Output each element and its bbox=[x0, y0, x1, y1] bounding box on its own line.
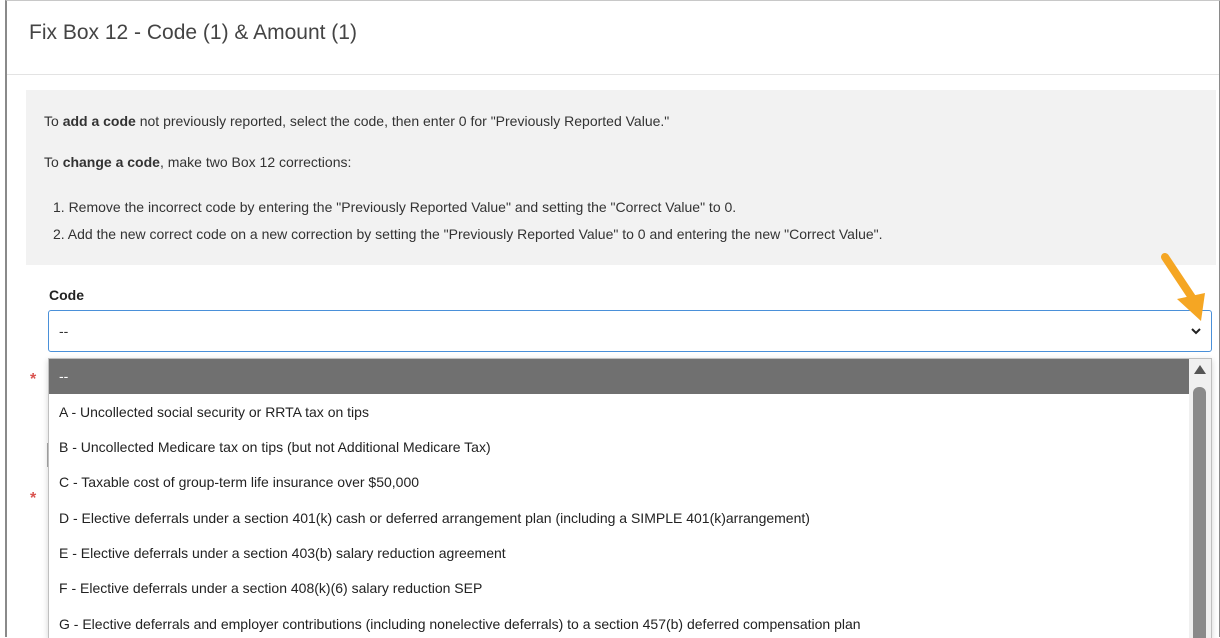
fix-box12-dialog: Fix Box 12 - Code (1) & Amount (1) To ad… bbox=[5, 0, 1220, 638]
instruction-change-code: To change a code, make two Box 12 correc… bbox=[44, 154, 352, 170]
dropdown-scrollbar[interactable] bbox=[1189, 359, 1211, 638]
arrow-annotation-icon bbox=[1161, 253, 1205, 321]
dialog-header: Fix Box 12 - Code (1) & Amount (1) bbox=[7, 1, 1219, 75]
instruction-step-2: 2. Add the new correct code on a new cor… bbox=[53, 226, 883, 242]
code-label: Code bbox=[49, 287, 84, 303]
required-marker: * bbox=[30, 371, 37, 388]
option-e[interactable]: E - Elective deferrals under a section 4… bbox=[49, 536, 1190, 571]
option-d[interactable]: D - Elective deferrals under a section 4… bbox=[49, 501, 1190, 536]
option-none[interactable]: -- bbox=[49, 359, 1190, 394]
code-select-value: -- bbox=[59, 323, 69, 339]
option-c[interactable]: C - Taxable cost of group-term life insu… bbox=[49, 465, 1190, 500]
instruction-add-code: To add a code not previously reported, s… bbox=[44, 113, 670, 129]
dialog-title: Fix Box 12 - Code (1) & Amount (1) bbox=[29, 21, 357, 44]
required-marker: * bbox=[30, 490, 37, 507]
option-f[interactable]: F - Elective deferrals under a section 4… bbox=[49, 571, 1190, 606]
scroll-thumb[interactable] bbox=[1193, 387, 1206, 638]
instructions-panel: To add a code not previously reported, s… bbox=[26, 90, 1216, 265]
instruction-step-1: 1. Remove the incorrect code by entering… bbox=[53, 199, 737, 215]
code-select[interactable]: -- bbox=[48, 310, 1212, 352]
code-options-list[interactable]: -- A - Uncollected social security or RR… bbox=[48, 358, 1212, 638]
option-b[interactable]: B - Uncollected Medicare tax on tips (bu… bbox=[49, 430, 1190, 465]
option-a[interactable]: A - Uncollected social security or RRTA … bbox=[49, 395, 1190, 430]
option-g[interactable]: G - Elective deferrals and employer cont… bbox=[49, 607, 1190, 638]
scroll-up-arrow-icon[interactable] bbox=[1194, 365, 1206, 374]
